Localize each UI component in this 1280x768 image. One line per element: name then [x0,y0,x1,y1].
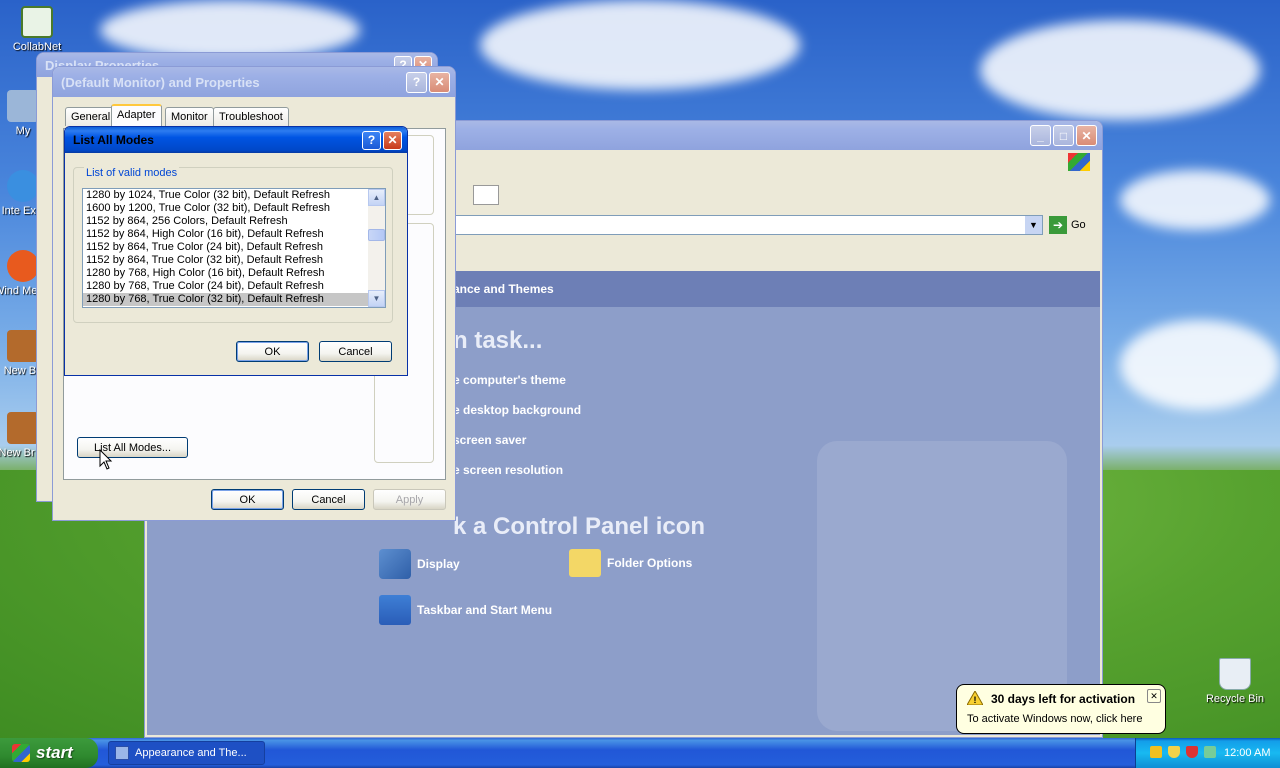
scroll-up-icon[interactable]: ▲ [368,189,385,206]
pick-icon-heading: k a Control Panel icon [453,513,706,540]
cancel-button[interactable]: Cancel [319,341,392,362]
close-button[interactable]: ✕ [383,130,402,150]
display-icon [379,549,411,579]
mouse-cursor-icon [99,449,113,470]
activation-link[interactable]: To activate Windows now, click here [967,713,1142,725]
tab-troubleshoot[interactable]: Troubleshoot [213,107,289,126]
network-icon[interactable] [1204,746,1216,758]
mode-list-item[interactable]: 1152 by 864, 256 Colors, Default Refresh [83,215,385,228]
briefcase-icon [7,330,39,362]
tab-general[interactable]: General [65,107,117,126]
cp-icon-folder-options[interactable]: Folder Options [569,549,692,577]
mode-list-item[interactable]: 1152 by 864, True Color (32 bit), Defaul… [83,254,385,267]
go-button[interactable]: ➔ Go [1049,215,1099,235]
mode-list-item[interactable]: 1280 by 1024, True Color (32 bit), Defau… [83,189,385,202]
collabnet-icon [21,6,53,38]
start-button[interactable]: start [0,738,98,768]
cloud [1120,320,1280,410]
media-player-icon [7,250,39,282]
alert-shield-icon[interactable] [1186,746,1198,758]
go-arrow-icon: ➔ [1049,216,1067,234]
mode-list-item[interactable]: 1280 by 768, High Color (16 bit), Defaul… [83,267,385,280]
warning-icon: ! [966,689,984,706]
maximize-button[interactable]: □ [1053,125,1074,146]
tab-adapter[interactable]: Adapter [111,104,162,126]
task-link-theme[interactable]: e computer's theme [453,373,566,387]
list-all-modes-titlebar[interactable]: List All Modes ? ✕ [65,127,407,153]
system-tray: 12:00 AM [1135,738,1280,768]
computer-icon [7,90,39,122]
list-all-modes-button[interactable]: List All Modes... [77,437,188,458]
mode-list-item[interactable]: 1280 by 768, True Color (24 bit), Defaul… [83,280,385,293]
balloon-close-icon[interactable]: ✕ [1147,689,1161,703]
desktop-icon-recycle-bin[interactable]: Recycle Bin [1200,658,1270,705]
cloud [1120,170,1270,230]
modes-listbox[interactable]: 1280 by 1024, True Color (32 bit), Defau… [82,188,386,308]
cloud [980,20,1260,120]
key-icon[interactable] [1150,746,1162,758]
cloud [100,0,360,60]
svg-text:!: ! [974,695,977,705]
task-link-resolution[interactable]: e screen resolution [453,463,563,477]
mode-list-item[interactable]: 1600 by 1200, True Color (32 bit), Defau… [83,202,385,215]
mode-list-item[interactable]: 1152 by 864, True Color (24 bit), Defaul… [83,241,385,254]
close-button[interactable]: ✕ [1076,125,1097,146]
windows-logo-icon [12,744,30,762]
scrollbar[interactable]: ▲ ▼ [368,189,385,307]
views-icon[interactable] [473,185,499,205]
help-button[interactable]: ? [406,71,427,93]
activation-balloon[interactable]: ! 30 days left for activation To activat… [956,684,1166,734]
tab-monitor[interactable]: Monitor [165,107,214,126]
taskbar: start Appearance and The... 12:00 AM [0,738,1280,768]
minimize-button[interactable]: _ [1030,125,1051,146]
taskbar-icon [379,595,411,625]
briefcase-icon [7,412,39,444]
apply-button[interactable]: Apply [373,489,446,510]
cancel-button[interactable]: Cancel [292,489,365,510]
clock[interactable]: 12:00 AM [1224,747,1270,759]
security-shield-icon[interactable] [1168,746,1180,758]
task-link-background[interactable]: e desktop background [453,403,581,417]
pick-task-heading: n task... [453,327,543,354]
close-button[interactable]: ✕ [429,71,450,93]
task-link-screensaver[interactable]: screen saver [453,433,526,447]
cloud [480,0,800,90]
ok-button[interactable]: OK [236,341,309,362]
scroll-down-icon[interactable]: ▼ [368,290,385,307]
scroll-thumb[interactable] [368,229,385,241]
desktop-icon-collabnet[interactable]: CollabNet [2,6,72,53]
cp-icon-taskbar[interactable]: Taskbar and Start Menu [379,595,552,625]
control-panel-icon [115,746,129,760]
help-button[interactable]: ? [362,130,381,150]
monitor-properties-titlebar[interactable]: (Default Monitor) and Properties ? ✕ [53,67,455,97]
taskbar-item-appearance[interactable]: Appearance and The... [108,741,265,765]
mode-list-item[interactable]: 1152 by 864, High Color (16 bit), Defaul… [83,228,385,241]
cp-icon-display[interactable]: Display [379,549,460,579]
internet-explorer-icon [7,170,39,202]
mode-list-item[interactable]: 1280 by 768, True Color (32 bit), Defaul… [83,293,385,306]
list-all-modes-dialog[interactable]: List All Modes ? ✕ List of valid modes 1… [64,126,408,376]
address-input[interactable]: ▼ [453,215,1043,235]
folder-icon [569,549,601,577]
ok-button[interactable]: OK [211,489,284,510]
windows-logo-icon [1068,153,1090,171]
valid-modes-group: List of valid modes 1280 by 1024, True C… [73,167,393,323]
chevron-down-icon[interactable]: ▼ [1025,216,1042,234]
recycle-bin-icon [1219,658,1251,690]
modes-list: 1280 by 1024, True Color (32 bit), Defau… [83,189,385,306]
